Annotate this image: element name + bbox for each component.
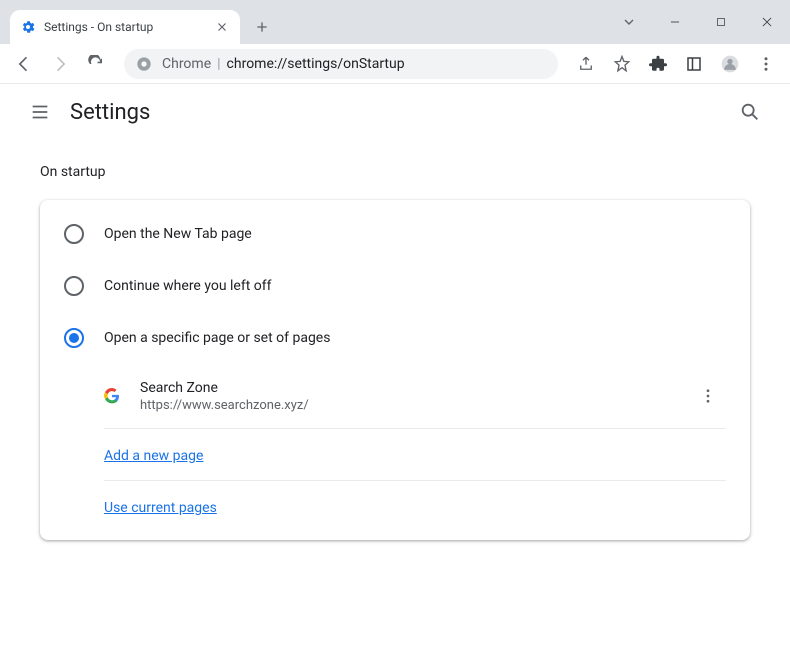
forward-button[interactable] — [44, 48, 76, 80]
settings-header: Settings — [0, 84, 790, 140]
share-icon[interactable] — [570, 48, 602, 80]
close-tab-icon[interactable] — [214, 19, 230, 35]
settings-content: On startup Open the New Tab page Continu… — [0, 140, 790, 564]
bookmark-icon[interactable] — [606, 48, 638, 80]
page-name: Search Zone — [140, 380, 690, 396]
new-tab-button[interactable] — [248, 13, 276, 41]
radio-label: Open a specific page or set of pages — [104, 330, 330, 346]
radio-icon — [64, 328, 84, 348]
radio-continue[interactable]: Continue where you left off — [40, 260, 750, 312]
url-separator: | — [217, 56, 220, 72]
page-url: https://www.searchzone.xyz/ — [140, 398, 690, 413]
profile-icon[interactable] — [714, 48, 746, 80]
close-window-button[interactable] — [744, 6, 790, 38]
browser-tab[interactable]: Settings - On startup — [10, 10, 240, 44]
back-button[interactable] — [8, 48, 40, 80]
maximize-button[interactable] — [698, 6, 744, 38]
extensions-icon[interactable] — [642, 48, 674, 80]
tab-title: Settings - On startup — [44, 20, 214, 34]
radio-label: Open the New Tab page — [104, 226, 252, 242]
settings-gear-icon — [20, 19, 36, 35]
search-button[interactable] — [730, 92, 770, 132]
tab-dropdown-icon[interactable] — [606, 6, 652, 38]
chrome-icon — [136, 56, 152, 72]
radio-specific-pages[interactable]: Open a specific page or set of pages — [40, 312, 750, 364]
minimize-button[interactable] — [652, 6, 698, 38]
startup-page-entry: Search Zone https://www.searchzone.xyz/ — [104, 364, 726, 429]
page-title: Settings — [70, 100, 150, 125]
window-controls — [606, 0, 790, 44]
radio-label: Continue where you left off — [104, 278, 272, 294]
add-page-row[interactable]: Add a new page — [104, 429, 726, 481]
section-title: On startup — [40, 164, 750, 180]
google-favicon-icon — [104, 388, 120, 404]
reading-list-icon[interactable] — [678, 48, 710, 80]
page-info: Search Zone https://www.searchzone.xyz/ — [140, 380, 690, 413]
page-more-button[interactable] — [690, 378, 726, 414]
specific-pages-subsection: Search Zone https://www.searchzone.xyz/ … — [104, 364, 726, 532]
menu-icon[interactable] — [750, 48, 782, 80]
browser-toolbar: Chrome | chrome://settings/onStartup — [0, 44, 790, 84]
radio-new-tab[interactable]: Open the New Tab page — [40, 208, 750, 260]
startup-card: Open the New Tab page Continue where you… — [40, 200, 750, 540]
window-titlebar: Settings - On startup — [0, 0, 790, 44]
use-current-row[interactable]: Use current pages — [104, 481, 726, 532]
hamburger-menu-icon[interactable] — [20, 92, 60, 132]
radio-icon — [64, 224, 84, 244]
use-current-link[interactable]: Use current pages — [104, 500, 217, 516]
url-prefix: Chrome — [162, 56, 211, 72]
radio-icon — [64, 276, 84, 296]
add-page-link[interactable]: Add a new page — [104, 448, 203, 464]
address-bar[interactable]: Chrome | chrome://settings/onStartup — [124, 49, 558, 79]
url-text: chrome://settings/onStartup — [227, 56, 405, 72]
reload-button[interactable] — [80, 48, 112, 80]
